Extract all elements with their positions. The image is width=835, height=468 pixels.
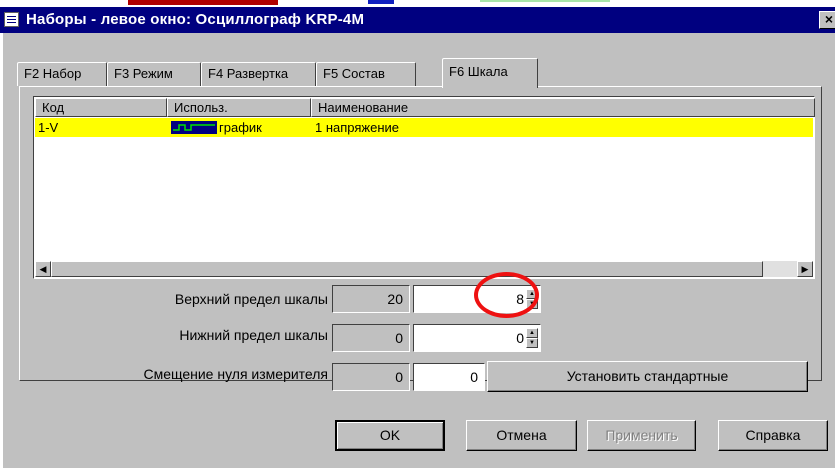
tab-f5-sostav[interactable]: F5 Состав — [316, 62, 416, 86]
upper-limit-current: 20 — [332, 285, 410, 313]
set-default-button[interactable]: Установить стандартные — [487, 361, 808, 392]
background-window-strip — [0, 0, 835, 7]
scroll-thumb[interactable] — [51, 261, 763, 277]
horizontal-scrollbar[interactable]: ◀ ▶ — [35, 261, 813, 277]
lower-limit-current: 0 — [332, 324, 410, 352]
tab-f2-nabor[interactable]: F2 Набор — [17, 62, 107, 86]
highlight-circle — [474, 272, 539, 318]
background-blue-icon — [368, 0, 394, 4]
zero-offset-label: Смещение нуля измерителя — [143, 366, 328, 382]
ok-button[interactable]: OK — [335, 420, 445, 451]
zero-offset-current: 0 — [332, 363, 410, 391]
scroll-right-button[interactable]: ▶ — [797, 261, 813, 277]
list-header: Код Использ. Наименование — [35, 98, 815, 117]
scroll-left-button[interactable]: ◀ — [35, 261, 51, 277]
zero-offset-input[interactable]: 0 — [413, 363, 485, 391]
help-button[interactable]: Справка — [718, 420, 828, 451]
table-row[interactable]: 1-V график 1 напряжение — [35, 118, 813, 137]
window-left-edge — [0, 33, 3, 468]
column-header-code[interactable]: Код — [35, 98, 167, 117]
cancel-button[interactable]: Отмена — [466, 420, 577, 451]
title-bar[interactable]: Наборы - левое окно: Осциллограф KRP-4M … — [0, 7, 835, 33]
lower-limit-spin-buttons[interactable]: ▲ ▼ — [526, 328, 538, 348]
spin-up-icon[interactable]: ▲ — [526, 328, 538, 338]
upper-limit-label: Верхний предел шкалы — [174, 291, 328, 307]
tab-f4-razvertka[interactable]: F4 Развертка — [201, 62, 316, 86]
column-header-usage[interactable]: Использ. — [167, 98, 311, 117]
table-icon — [4, 12, 19, 27]
background-red-text — [128, 0, 278, 5]
tab-f6-shkala[interactable]: F6 Шкала — [442, 58, 538, 88]
lower-limit-label: Нижний предел шкалы — [179, 327, 328, 343]
lower-limit-value[interactable]: 0 — [516, 325, 524, 351]
spin-down-icon[interactable]: ▼ — [526, 338, 538, 348]
tab-f3-rezhim[interactable]: F3 Режим — [107, 62, 201, 86]
close-button[interactable]: × — [819, 11, 835, 29]
background-green-text — [480, 0, 610, 2]
window-title: Наборы - левое окно: Осциллограф KRP-4M — [26, 11, 365, 28]
scales-list[interactable]: Код Использ. Наименование 1-V график 1 н… — [33, 96, 815, 279]
graph-icon — [171, 121, 217, 134]
row-code: 1-V — [38, 120, 59, 135]
row-usage: график — [219, 120, 262, 135]
row-name: 1 напряжение — [315, 120, 400, 135]
apply-button[interactable]: Применить — [587, 420, 696, 451]
column-header-name[interactable]: Наименование — [311, 98, 815, 117]
lower-limit-spinner[interactable]: 0 ▲ ▼ — [413, 324, 541, 352]
